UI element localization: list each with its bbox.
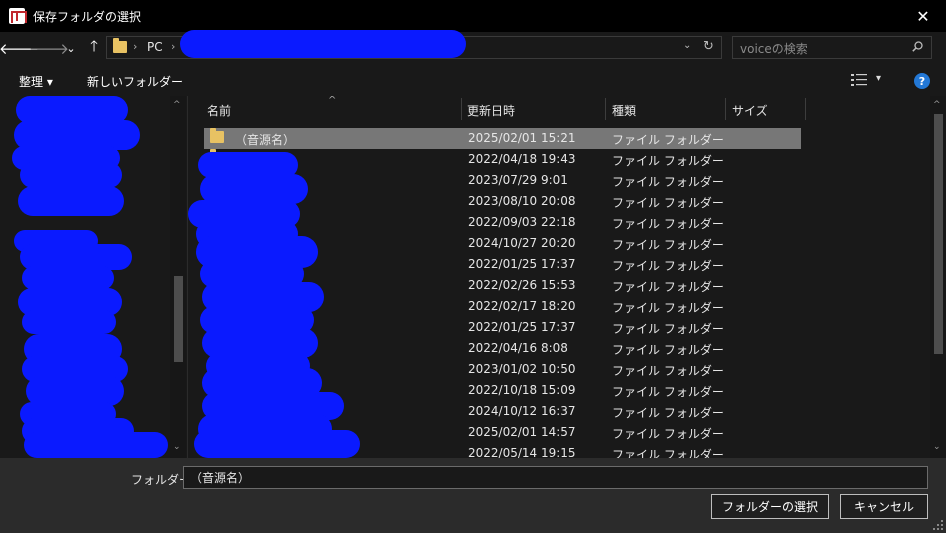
cancel-button[interactable]: キャンセル (840, 494, 928, 519)
file-type: ファイル フォルダー (612, 448, 724, 458)
file-type: ファイル フォルダー (612, 196, 724, 210)
file-modified: 2022/04/18 19:43 (468, 152, 576, 166)
arrow-up-icon: 🡑 (90, 36, 98, 55)
nav-pane-scroll-thumb[interactable] (174, 276, 183, 362)
file-modified: 2024/10/27 20:20 (468, 236, 576, 250)
navigation-bar: 🡐 🡒 ⌄ 🡑 › PC › ⌄ ↻ voiceの検索 (0, 32, 946, 64)
folder-icon (210, 128, 224, 143)
breadcrumb-separator: › (171, 40, 176, 53)
file-type: ファイル フォルダー (612, 406, 724, 420)
view-details-icon[interactable] (851, 74, 867, 86)
file-list-scroll-thumb[interactable] (934, 114, 943, 354)
breadcrumb-separator: › (133, 40, 138, 53)
close-button[interactable]: ✕ (900, 0, 946, 32)
redaction-mark (194, 430, 360, 458)
file-type: ファイル フォルダー (612, 259, 724, 273)
window-title: 保存フォルダの選択 (33, 9, 142, 24)
organize-button[interactable]: 整理 ▾ (19, 73, 53, 90)
command-bar: 整理 ▾ 新しいフォルダー ▾ ? (0, 64, 946, 96)
new-folder-button[interactable]: 新しいフォルダー (87, 73, 183, 90)
redaction-mark (18, 186, 124, 216)
chevron-down-icon: ⌄ (66, 41, 76, 55)
address-dropdown-icon[interactable]: ⌄ (683, 40, 691, 51)
file-modified: 2022/09/03 22:18 (468, 215, 576, 229)
file-type: ファイル フォルダー (612, 154, 724, 168)
file-modified: 2022/05/14 19:15 (468, 446, 576, 458)
app-icon (9, 8, 27, 24)
column-divider[interactable] (725, 98, 726, 120)
search-input[interactable]: voiceの検索 (732, 36, 932, 59)
file-type: ファイル フォルダー (612, 133, 724, 147)
view-dropdown-icon[interactable]: ▾ (876, 73, 881, 84)
file-modified: 2022/04/16 8:08 (468, 341, 568, 355)
redaction-mark (22, 310, 116, 334)
file-type: ファイル フォルダー (612, 175, 724, 189)
forward-button[interactable]: 🡒 (29, 38, 69, 58)
file-type: ファイル フォルダー (612, 322, 724, 336)
dialog-footer: フォルダー: フォルダーの選択 キャンセル (0, 458, 946, 533)
file-type: ファイル フォルダー (612, 238, 724, 252)
help-icon: ? (918, 74, 926, 88)
close-icon: ✕ (916, 6, 930, 26)
file-modified: 2022/10/18 15:09 (468, 383, 576, 397)
refresh-icon[interactable]: ↻ (703, 39, 714, 54)
resize-grip-icon[interactable] (933, 520, 943, 530)
redaction-mark (20, 162, 122, 188)
column-divider[interactable] (805, 98, 806, 120)
file-modified: 2023/01/02 10:50 (468, 362, 576, 376)
file-type: ファイル フォルダー (612, 385, 724, 399)
file-type: ファイル フォルダー (612, 343, 724, 357)
file-modified: 2025/02/01 15:21 (468, 131, 576, 145)
navigation-pane[interactable]: ^ ⌄ (0, 96, 188, 458)
file-modified: 2025/02/01 14:57 (468, 425, 576, 439)
file-modified: 2024/10/12 16:37 (468, 404, 576, 418)
folder-icon (113, 38, 127, 53)
file-type: ファイル フォルダー (612, 427, 724, 441)
file-type: ファイル フォルダー (612, 301, 724, 315)
redaction-mark (180, 30, 466, 58)
file-type: ファイル フォルダー (612, 280, 724, 294)
file-modified: 2022/01/25 17:37 (468, 320, 576, 334)
title-bar: 保存フォルダの選択 ✕ (0, 0, 946, 32)
file-modified: 2023/08/10 20:08 (468, 194, 576, 208)
column-header-row: ^ 名前 更新日時 種類 サイズ (188, 96, 946, 122)
file-modified: 2023/07/29 9:01 (468, 173, 568, 187)
redaction-mark (24, 432, 168, 458)
select-folder-button[interactable]: フォルダーの選択 (711, 494, 829, 519)
column-divider[interactable] (461, 98, 462, 120)
scroll-down-icon[interactable]: ⌄ (933, 442, 941, 452)
scroll-up-icon[interactable]: ^ (173, 100, 181, 110)
sort-ascending-icon: ^ (328, 96, 337, 106)
breadcrumb-pc[interactable]: PC (147, 40, 163, 54)
column-header-type[interactable]: 種類 (612, 102, 636, 119)
back-button[interactable]: 🡐 (0, 38, 39, 58)
folder-name-input[interactable] (183, 466, 928, 489)
scroll-down-icon[interactable]: ⌄ (173, 442, 181, 452)
search-icon[interactable] (912, 41, 923, 52)
file-list-scrollbar[interactable]: ^ ⌄ (930, 96, 946, 458)
column-header-name[interactable]: 名前 (207, 102, 231, 119)
file-row[interactable]: （音源名） 2025/02/01 15:21 ファイル フォルダー (204, 128, 801, 149)
redaction-mark (22, 266, 114, 290)
file-name: （音源名） (235, 133, 296, 147)
file-modified: 2022/02/26 15:53 (468, 278, 576, 292)
file-type: ファイル フォルダー (612, 364, 724, 378)
help-button[interactable]: ? (914, 73, 930, 89)
column-header-modified[interactable]: 更新日時 (467, 102, 515, 119)
up-button[interactable]: 🡑 (84, 36, 104, 58)
scroll-up-icon[interactable]: ^ (933, 100, 941, 110)
column-divider[interactable] (605, 98, 606, 120)
nav-pane-scrollbar[interactable]: ^ ⌄ (170, 96, 186, 458)
file-modified: 2022/01/25 17:37 (468, 257, 576, 271)
column-header-size[interactable]: サイズ (732, 102, 768, 119)
file-list[interactable]: ^ 名前 更新日時 種類 サイズ （音源名） 2025/02/01 15:21 ファ… (188, 96, 946, 458)
file-modified: 2022/02/17 18:20 (468, 299, 576, 313)
recent-locations-button[interactable]: ⌄ (64, 38, 78, 58)
file-type: ファイル フォルダー (612, 217, 724, 231)
